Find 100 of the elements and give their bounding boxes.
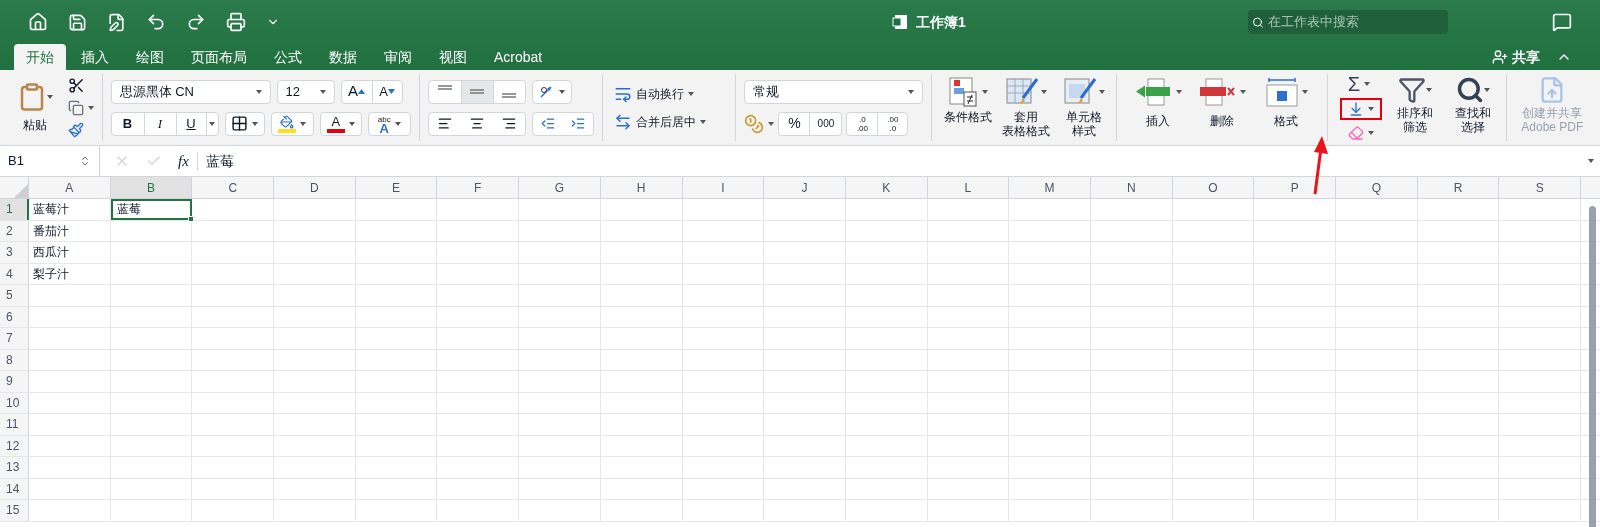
table-cell[interactable]: 蓝莓 — [110, 199, 193, 220]
cells-button[interactable]: 插入 — [1132, 70, 1183, 145]
grow-font-button[interactable]: A — [341, 80, 372, 103]
undo-icon[interactable] — [146, 12, 166, 32]
ribbon-tab[interactable]: 数据 — [317, 44, 369, 70]
row-header[interactable]: 10 — [0, 392, 29, 413]
ribbon-tab[interactable]: 页面布局 — [179, 44, 259, 70]
table-cell[interactable]: 西瓜汁 — [29, 242, 111, 263]
column-header[interactable]: H — [600, 177, 683, 198]
column-header[interactable]: G — [519, 177, 601, 198]
font-color-button[interactable]: A — [319, 111, 363, 136]
row-header[interactable]: 9 — [0, 371, 29, 392]
row-header[interactable]: 3 — [0, 242, 29, 263]
table-cell[interactable]: 蓝莓汁 — [29, 199, 111, 220]
ribbon-tab[interactable]: 插入 — [69, 44, 121, 70]
name-box[interactable]: B1 — [0, 146, 100, 176]
comments-icon[interactable] — [1552, 12, 1572, 32]
row-header[interactable]: 11 — [0, 414, 29, 435]
orientation-button[interactable] — [531, 79, 572, 104]
print-icon[interactable] — [226, 12, 246, 32]
style-button[interactable]: 套用 表格格式 — [1001, 70, 1050, 145]
fill-handle[interactable] — [188, 215, 195, 222]
paste-button[interactable]: 粘贴 — [10, 70, 60, 145]
autosum-button[interactable]: Σ — [1339, 74, 1371, 95]
row-header[interactable]: 6 — [0, 306, 29, 327]
style-button[interactable]: 单元格 样式 — [1059, 70, 1108, 145]
text-effects-button[interactable]: abc A — [368, 111, 411, 136]
font-size-field[interactable]: 12 — [276, 79, 335, 104]
column-header[interactable]: C — [192, 177, 275, 198]
ribbon-tab[interactable]: 绘图 — [124, 44, 176, 70]
insert-function-button[interactable]: fx — [178, 149, 189, 173]
row-header[interactable]: 12 — [0, 435, 29, 456]
borders-button[interactable] — [224, 111, 266, 136]
column-header[interactable]: A — [29, 177, 111, 198]
down-triangle-icon — [387, 89, 395, 94]
row-header[interactable]: 15 — [0, 500, 29, 521]
scrollbar-thumb[interactable] — [1589, 206, 1596, 527]
percent-button[interactable]: % — [779, 112, 810, 135]
row-header[interactable]: 7 — [0, 328, 29, 349]
bold-button[interactable]: B — [111, 112, 144, 135]
column-header[interactable]: K — [845, 177, 928, 198]
share-button[interactable]: 共享 — [1492, 44, 1540, 70]
column-header[interactable]: D — [274, 177, 356, 198]
column-header[interactable]: N — [1090, 177, 1173, 198]
fill-color-button[interactable] — [271, 111, 314, 136]
column-header[interactable]: F — [437, 177, 520, 198]
row-header[interactable]: 2 — [0, 220, 29, 241]
sort-filter-button[interactable]: 排序和 筛选 — [1389, 70, 1440, 145]
column-header[interactable]: Q — [1336, 177, 1418, 198]
table-cell[interactable]: 番茄汁 — [29, 220, 111, 241]
copy-icon[interactable] — [67, 100, 84, 116]
redo-icon[interactable] — [186, 12, 206, 32]
wrap-text-button[interactable]: 自动换行 — [614, 84, 724, 103]
row-header[interactable]: 4 — [0, 263, 29, 284]
formula-content[interactable]: 蓝莓 — [205, 150, 234, 172]
ribbon-tab[interactable]: Acrobat — [482, 44, 555, 70]
ribbon-tab[interactable]: 公式 — [262, 44, 314, 70]
column-header[interactable]: E — [355, 177, 438, 198]
align-middle-button[interactable] — [460, 80, 493, 103]
fill-button[interactable] — [1339, 98, 1382, 121]
cut-icon[interactable] — [67, 77, 85, 94]
table-cell[interactable]: 梨子汁 — [29, 263, 111, 284]
edit-document-icon[interactable] — [107, 12, 126, 32]
column-header[interactable]: L — [927, 177, 1010, 198]
column-header[interactable]: M — [1009, 177, 1091, 198]
thousands-button[interactable]: 000 — [809, 112, 842, 135]
font-name-field[interactable]: 思源黑体 CN — [110, 79, 271, 104]
home-icon[interactable] — [28, 12, 48, 32]
ribbon-tab[interactable]: 视图 — [427, 44, 479, 70]
column-header[interactable]: R — [1417, 177, 1500, 198]
row-header[interactable]: 8 — [0, 349, 29, 370]
ribbon-tab[interactable]: 审阅 — [372, 44, 424, 70]
row-header[interactable]: 13 — [0, 457, 29, 478]
cells-button[interactable]: 删除 — [1196, 70, 1247, 145]
search-field[interactable]: 在工作表中搜索 — [1248, 10, 1448, 34]
column-header[interactable]: S — [1499, 177, 1582, 198]
italic-button[interactable]: I — [143, 112, 176, 135]
column-header[interactable]: P — [1254, 177, 1336, 198]
ribbon-tab[interactable]: 开始 — [14, 44, 66, 70]
save-icon[interactable] — [68, 12, 87, 32]
merge-center-button[interactable]: 合并后居中 — [614, 112, 724, 131]
style-button[interactable]: 条件格式 — [943, 70, 992, 145]
add-decimal-button[interactable]: .0 .00 — [847, 112, 878, 135]
row-header[interactable]: 14 — [0, 478, 29, 499]
column-header[interactable]: B — [110, 177, 193, 198]
format-painter-icon[interactable] — [67, 122, 84, 138]
caret-icon — [907, 89, 914, 94]
style-label: 单元格 样式 — [1065, 110, 1102, 138]
find-select-button[interactable]: 查找和 选择 — [1447, 70, 1498, 145]
caret-icon — [394, 121, 401, 126]
row-header[interactable]: 5 — [0, 285, 29, 306]
remove-decimal-button[interactable]: .00 .0 — [877, 112, 908, 135]
column-header[interactable]: I — [682, 177, 765, 198]
column-header[interactable]: J — [764, 177, 846, 198]
row-header[interactable]: 1 — [0, 199, 29, 220]
column-header[interactable]: O — [1172, 177, 1255, 198]
underline-button[interactable]: U — [175, 112, 206, 135]
number-format-field[interactable]: 常规 — [744, 79, 923, 104]
shrink-font-button[interactable]: A — [371, 80, 402, 103]
cells-button[interactable]: 格式 — [1260, 70, 1311, 145]
